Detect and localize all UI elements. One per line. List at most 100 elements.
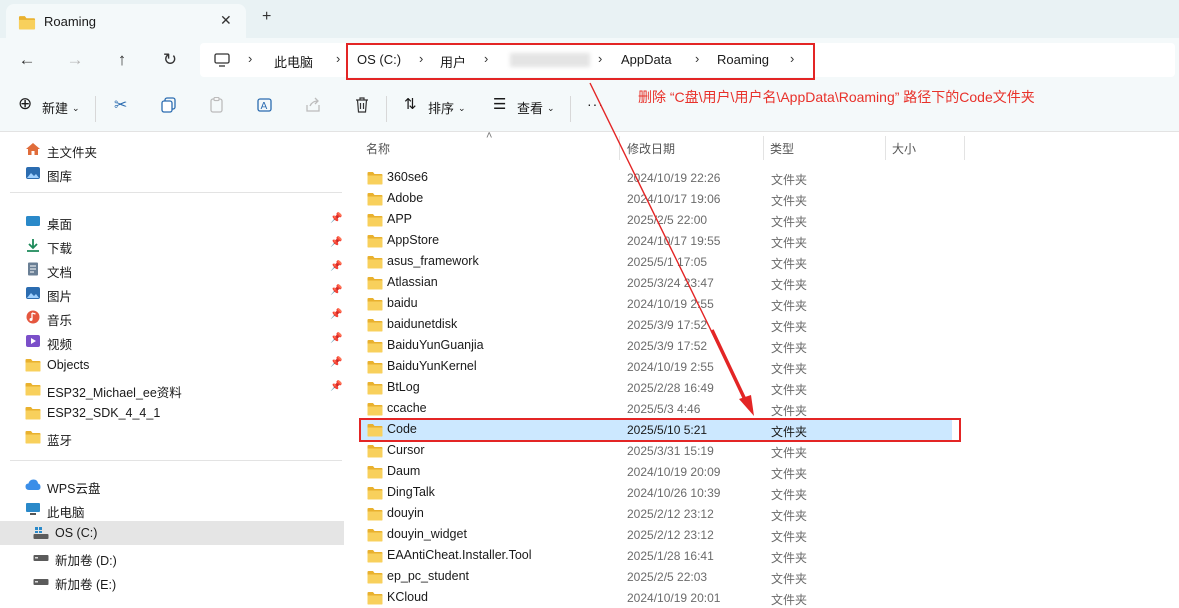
file-row[interactable]: Daum 2024/10/19 20:09 文件夹 bbox=[360, 461, 960, 482]
folder-icon bbox=[367, 507, 383, 521]
file-row[interactable]: douyin_widget 2025/2/12 23:12 文件夹 bbox=[360, 524, 960, 545]
refresh-icon[interactable]: ↻ bbox=[158, 48, 182, 72]
file-row[interactable]: BaiduYunKernel 2024/10/19 2:55 文件夹 bbox=[360, 356, 960, 377]
sidebar-item-drive-c[interactable]: OS (C:) bbox=[0, 521, 344, 545]
pin-icon[interactable]: 📌 bbox=[330, 333, 342, 344]
back-icon[interactable]: ← bbox=[15, 48, 39, 72]
delete-icon[interactable] bbox=[354, 97, 370, 113]
copy-icon[interactable] bbox=[161, 97, 177, 113]
file-date: 2025/2/28 16:49 bbox=[627, 381, 714, 395]
desktop-icon bbox=[26, 216, 40, 226]
column-header-type[interactable]: 类型 bbox=[770, 140, 794, 157]
file-type: 文件夹 bbox=[771, 572, 808, 586]
sidebar-item-label: 蓝牙 bbox=[47, 434, 73, 448]
file-row[interactable]: ccache 2025/5/3 4:46 文件夹 bbox=[360, 398, 960, 419]
drive-icon bbox=[33, 555, 49, 561]
file-type: 文件夹 bbox=[771, 530, 808, 544]
file-name: Adobe bbox=[387, 191, 424, 205]
rename-icon[interactable]: A bbox=[257, 97, 274, 113]
pin-icon[interactable]: 📌 bbox=[330, 285, 342, 296]
pin-icon[interactable]: 📌 bbox=[330, 381, 342, 392]
file-row[interactable]: BaiduYunGuanjia 2025/3/9 17:52 文件夹 bbox=[360, 335, 960, 356]
cut-icon[interactable]: ✂ bbox=[114, 95, 127, 115]
up-icon[interactable]: ↑ bbox=[110, 48, 134, 72]
file-row[interactable]: 360se6 2024/10/19 22:26 文件夹 bbox=[360, 167, 960, 188]
sidebar-item-music[interactable]: 音乐 📌 bbox=[0, 305, 344, 329]
file-row[interactable]: asus_framework 2025/5/1 17:05 文件夹 bbox=[360, 251, 960, 272]
folder-icon bbox=[367, 528, 383, 542]
sidebar-item-home[interactable]: 主文件夹 bbox=[0, 137, 344, 161]
sidebar-item-downloads[interactable]: 下载 📌 bbox=[0, 233, 344, 257]
new-tab-icon[interactable]: + bbox=[262, 8, 271, 26]
file-row[interactable]: AppStore 2024/10/17 19:55 文件夹 bbox=[360, 230, 960, 251]
sidebar-item-gallery[interactable]: 图库 bbox=[0, 161, 344, 185]
sort-button[interactable]: 排序 bbox=[428, 98, 454, 117]
folder-icon bbox=[367, 360, 383, 374]
sidebar-item-videos[interactable]: 视频 📌 bbox=[0, 329, 344, 353]
file-date: 2024/10/19 20:01 bbox=[627, 591, 721, 605]
sidebar-item-label: 图片 bbox=[47, 290, 73, 304]
sidebar-item-drive-e[interactable]: 新加卷 (E:) bbox=[0, 569, 344, 593]
forward-icon[interactable]: → bbox=[63, 48, 87, 72]
sidebar-item-desktop[interactable]: 桌面 📌 bbox=[0, 209, 344, 233]
close-tab-icon[interactable]: ✕ bbox=[220, 12, 232, 29]
folder-icon bbox=[25, 430, 41, 444]
file-row[interactable]: douyin 2025/2/12 23:12 文件夹 bbox=[360, 503, 960, 524]
file-type: 文件夹 bbox=[771, 446, 808, 460]
sidebar-item-documents[interactable]: 文档 📌 bbox=[0, 257, 344, 281]
file-row[interactable]: ep_pc_student 2025/2/5 22:03 文件夹 bbox=[360, 566, 960, 587]
file-name: APP bbox=[387, 212, 413, 226]
view-button[interactable]: 查看 bbox=[517, 98, 543, 117]
folder-icon bbox=[25, 406, 41, 420]
file-name: douyin bbox=[387, 506, 424, 520]
pin-icon[interactable]: 📌 bbox=[330, 357, 342, 368]
file-date: 2025/3/24 23:47 bbox=[627, 276, 714, 290]
folder-icon bbox=[367, 402, 383, 416]
new-button[interactable]: 新建 bbox=[42, 98, 68, 117]
file-row[interactable]: Atlassian 2025/3/24 23:47 文件夹 bbox=[360, 272, 960, 293]
column-header-name[interactable]: 名称 bbox=[366, 140, 390, 157]
sidebar-item-label: 新加卷 (E:) bbox=[55, 578, 117, 592]
file-name: DingTalk bbox=[387, 485, 435, 499]
file-row[interactable]: KCloud 2024/10/19 20:01 文件夹 bbox=[360, 587, 960, 608]
sidebar-item-bluetooth[interactable]: 蓝牙 bbox=[0, 425, 344, 449]
folder-icon bbox=[367, 339, 383, 353]
file-row[interactable]: baidu 2024/10/19 2:55 文件夹 bbox=[360, 293, 960, 314]
sidebar-item-pictures[interactable]: 图片 📌 bbox=[0, 281, 344, 305]
pin-icon[interactable]: 📌 bbox=[330, 309, 342, 320]
drive-icon bbox=[33, 527, 49, 539]
share-icon[interactable] bbox=[305, 97, 321, 113]
pin-icon[interactable]: 📌 bbox=[330, 237, 342, 248]
breadcrumb-this-pc[interactable]: 此电脑 bbox=[274, 52, 313, 71]
more-options-icon[interactable]: ··· bbox=[587, 96, 604, 112]
pin-icon[interactable]: 📌 bbox=[330, 261, 342, 272]
file-row[interactable]: baidunetdisk 2025/3/9 17:52 文件夹 bbox=[360, 314, 960, 335]
sidebar-item-esp32-sdk[interactable]: ESP32_SDK_4_4_1 bbox=[0, 401, 344, 425]
sidebar-item-objects[interactable]: Objects 📌 bbox=[0, 353, 344, 377]
gallery-icon bbox=[26, 167, 40, 179]
sidebar-item-esp32-michael[interactable]: ESP32_Michael_ee资料 📌 bbox=[0, 377, 344, 401]
sidebar-item-label: 桌面 bbox=[47, 218, 73, 232]
paste-icon[interactable] bbox=[209, 97, 225, 113]
file-row[interactable]: Cursor 2025/3/31 15:19 文件夹 bbox=[360, 440, 960, 461]
file-row[interactable]: APP 2025/2/5 22:00 文件夹 bbox=[360, 209, 960, 230]
column-header-size[interactable]: 大小 bbox=[892, 140, 916, 157]
sidebar-item-wps-cloud[interactable]: WPS云盘 bbox=[0, 473, 344, 497]
folder-icon bbox=[367, 486, 383, 500]
file-row[interactable]: DingTalk 2024/10/26 10:39 文件夹 bbox=[360, 482, 960, 503]
file-type: 文件夹 bbox=[771, 404, 808, 418]
file-row[interactable]: EAAntiCheat.Installer.Tool 2025/1/28 16:4… bbox=[360, 545, 960, 566]
tab-roaming[interactable]: Roaming ✕ bbox=[6, 4, 246, 38]
sidebar-item-this-pc[interactable]: 此电脑 bbox=[0, 497, 344, 521]
file-type: 文件夹 bbox=[771, 215, 808, 229]
file-row[interactable]: BtLog 2025/2/28 16:49 文件夹 bbox=[360, 377, 960, 398]
file-row[interactable]: Adobe 2024/10/17 19:06 文件夹 bbox=[360, 188, 960, 209]
file-type: 文件夹 bbox=[771, 362, 808, 376]
file-name: ep_pc_student bbox=[387, 569, 470, 583]
sidebar-item-drive-d[interactable]: 新加卷 (D:) bbox=[0, 545, 344, 569]
sidebar-item-label: 视频 bbox=[47, 338, 73, 352]
column-header-date[interactable]: 修改日期 bbox=[627, 140, 675, 157]
file-type: 文件夹 bbox=[771, 194, 808, 208]
pin-icon[interactable]: 📌 bbox=[330, 213, 342, 224]
file-name: EAAntiCheat.Installer.Tool bbox=[387, 548, 532, 562]
